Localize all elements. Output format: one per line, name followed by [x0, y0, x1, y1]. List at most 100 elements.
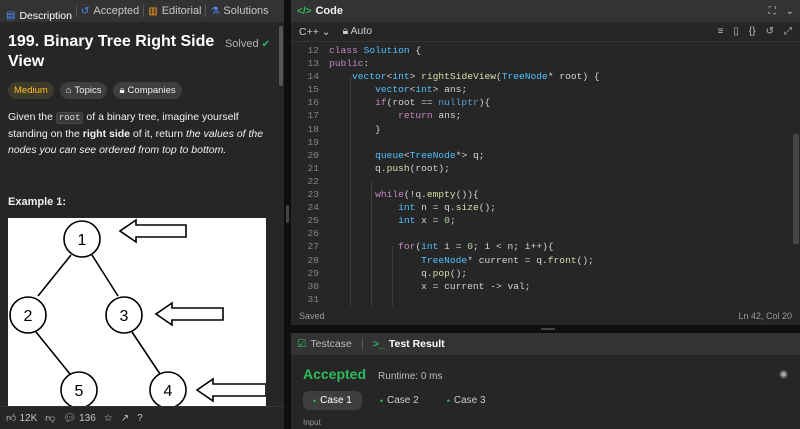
tab-testcase[interactable]: ☑ Testcase [297, 338, 352, 350]
help-button[interactable]: ? [137, 413, 143, 424]
example-tree-image: 1 2 3 5 4 [8, 218, 267, 406]
line-number: 14 [307, 71, 319, 83]
like-button[interactable]: 👍︎ 12K [6, 412, 38, 425]
terminal-icon: >_ [372, 338, 385, 350]
bookmark-icon[interactable]: ▯ [733, 26, 739, 37]
case-tab-3[interactable]: • Case 3 [437, 391, 496, 410]
code-line[interactable]: 31 [291, 293, 800, 306]
like-count: 12K [19, 412, 38, 424]
code-line[interactable]: 20 queue<TreeNode*> q; [291, 149, 800, 162]
tab-solutions[interactable]: ⚗ Solutions [206, 0, 272, 22]
code-line[interactable]: 22 [291, 175, 800, 188]
braces-icon[interactable]: {} [749, 26, 756, 37]
tree-node-label: 4 [164, 383, 173, 400]
eye-icon[interactable]: ◉ [779, 369, 788, 380]
thumbs-up-icon: 👍︎ [6, 413, 17, 424]
check-circle-icon: ✔ [261, 38, 270, 50]
case-tab-1[interactable]: • Case 1 [303, 391, 362, 410]
line-code: return ans; [398, 110, 462, 122]
comments-button[interactable]: 💬︎ 136 [63, 413, 95, 424]
code-line[interactable]: 16 if(root == nullptr){ [291, 96, 800, 109]
tab-editorial[interactable]: ▥ Editorial [144, 0, 205, 22]
line-code: TreeNode* current = q.front(); [421, 254, 594, 266]
tree-node-label: 5 [75, 383, 84, 400]
example-title: Example 1: [8, 196, 67, 208]
left-tab-bar: ▤ Description ↺ Accepted ▥ Editorial ⚗ S… [0, 0, 284, 22]
case-label: Case 2 [387, 395, 419, 406]
share-button[interactable]: ↗ [121, 413, 129, 424]
tag-icon: ⌂ [65, 85, 72, 96]
reset-icon[interactable]: ↺ [766, 26, 774, 37]
line-number: 27 [307, 241, 319, 253]
code-line[interactable]: 24 int n = q.size(); [291, 201, 800, 214]
input-label: Input [303, 418, 321, 427]
code-line[interactable]: 26 [291, 227, 800, 240]
result-tab-bar: ☑ Testcase >_ Test Result [291, 333, 800, 355]
language-select[interactable]: C++ ⌄ [299, 26, 331, 38]
code-line[interactable]: 17 return ans; [291, 109, 800, 122]
book-icon: ▥ [148, 5, 158, 17]
line-number: 21 [307, 162, 319, 174]
code-line[interactable]: 29 q.pop(); [291, 267, 800, 280]
tab-solutions-label: Solutions [223, 5, 269, 17]
code-icon: </> [297, 5, 312, 17]
code-panel-title: Code [315, 5, 343, 17]
tab-accepted[interactable]: ↺ Accepted [77, 0, 143, 22]
comment-icon: 💬︎ [63, 412, 77, 424]
code-line[interactable]: 15 vector<int> ans; [291, 83, 800, 96]
code-line[interactable]: 25 int x = 0; [291, 214, 800, 227]
language-value: C++ [299, 25, 319, 38]
problem-panel: ▤ Description ↺ Accepted ▥ Editorial ⚗ S… [0, 0, 284, 429]
more-icon[interactable]: ⌄ [786, 6, 794, 17]
editor-scrollbar[interactable] [792, 44, 800, 306]
tree-node-label: 1 [78, 232, 87, 249]
code-header: </> Code ⛶ ⌄ [291, 0, 800, 22]
code-line[interactable]: 23 while(!q.empty()){ [291, 188, 800, 201]
result-panel: ☑ Testcase >_ Test Result Accepted Runti… [291, 333, 800, 429]
companies-button[interactable]: 🔒︎ Companies [113, 82, 182, 99]
cursor-position: Ln 42, Col 20 [738, 310, 792, 321]
favorite-button[interactable]: ☆ [104, 413, 113, 424]
topics-button[interactable]: ⌂ Topics [59, 82, 108, 99]
line-number: 26 [307, 228, 319, 240]
line-number: 12 [307, 45, 319, 56]
horizontal-resize-handle[interactable] [291, 325, 800, 333]
code-line[interactable]: 13 public: [291, 57, 800, 70]
line-code: vector<int> rightSideView(TreeNode* root… [352, 71, 600, 83]
pass-dot-icon: • [446, 395, 450, 406]
solved-label: Solved [224, 38, 259, 50]
code-line[interactable]: 28 TreeNode* current = q.front(); [291, 254, 800, 267]
code-line[interactable]: 18 } [291, 123, 800, 136]
line-code: q.pop(); [329, 267, 468, 279]
line-code: class Solution { [329, 45, 422, 56]
maximize-icon[interactable]: ⛶ [769, 6, 776, 17]
tab-test-result[interactable]: >_ Test Result [373, 338, 445, 350]
companies-label: Companies [127, 85, 176, 96]
expand-icon[interactable]: ⤢ [784, 26, 792, 37]
line-code: queue<TreeNode*> q; [375, 149, 485, 161]
code-editor[interactable]: 12 class Solution {13 public: 14 vector<int… [291, 44, 800, 306]
auto-mode-toggle[interactable]: 🔒︎ Auto [343, 25, 373, 38]
line-number: 23 [307, 189, 319, 201]
code-line[interactable]: 30 x = current -> val; [291, 280, 800, 293]
problem-title[interactable]: 199. Binary Tree Right Side View [8, 32, 218, 72]
line-number: 13 [307, 58, 319, 70]
line-number: 16 [307, 97, 319, 109]
problem-description: Given the root of a binary tree, imagine… [8, 109, 270, 158]
pass-dot-icon: • [313, 395, 317, 406]
desc-text: Given the [8, 111, 56, 123]
vertical-resize-handle[interactable] [284, 0, 291, 429]
code-line[interactable]: 27 for(int i = 0; i < n; i++){ [291, 240, 800, 253]
share-icon: ↗ [120, 412, 130, 424]
code-line[interactable]: 19 [291, 136, 800, 149]
code-line[interactable]: 12 class Solution { [291, 44, 800, 57]
line-code: int n = q.size(); [398, 202, 496, 214]
code-line[interactable]: 14 vector<int> rightSideView(TreeNode* r… [291, 70, 800, 83]
format-icon[interactable]: ≡ [718, 26, 724, 37]
case-tabs: • Case 1 • Case 2 • Case 3 [291, 391, 800, 410]
dislike-button[interactable]: 👎︎ [45, 412, 55, 424]
line-number: 29 [307, 267, 319, 279]
case-tab-2[interactable]: • Case 2 [370, 391, 429, 410]
topics-label: Topics [74, 85, 102, 96]
code-line[interactable]: 21 q.push(root); [291, 162, 800, 175]
